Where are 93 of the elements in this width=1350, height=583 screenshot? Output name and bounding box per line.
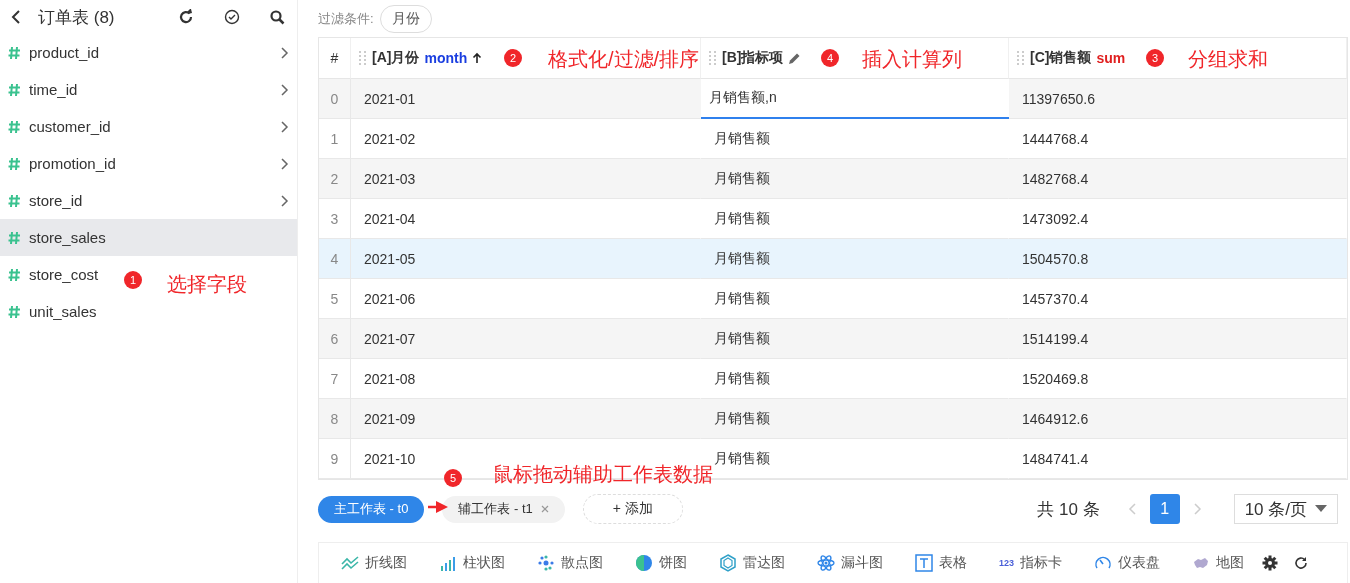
table-cell: 1482768.4 <box>1009 159 1347 200</box>
table-cell: 1504570.8 <box>1009 239 1347 280</box>
total-count: 共 10 条 <box>1037 498 1100 521</box>
pencil-icon[interactable] <box>788 52 802 65</box>
step-badge: 1 <box>124 271 142 289</box>
text-box-icon <box>915 553 933 572</box>
atom-icon <box>817 553 835 572</box>
table-cell: 2021-01 <box>351 79 701 120</box>
chevron-right-icon[interactable] <box>281 194 289 207</box>
annotation-text: 选择字段 <box>167 272 247 297</box>
step-badge: 5 <box>444 469 462 487</box>
row-index: 2 <box>319 159 351 200</box>
table-cell: 月销售额 <box>701 159 1009 200</box>
table-cell: 月销售额 <box>701 239 1009 280</box>
drag-handle-icon[interactable] <box>709 51 717 66</box>
sort-up-icon[interactable] <box>472 52 483 65</box>
row-index: 4 <box>319 239 351 280</box>
hash-icon <box>8 304 20 319</box>
hash-icon <box>8 82 20 97</box>
table-cell: 1464912.6 <box>1009 399 1347 440</box>
hash-icon <box>8 156 20 171</box>
field-item[interactable]: unit_sales <box>8 303 97 320</box>
line-chart-icon <box>341 553 359 572</box>
sheet-tab[interactable]: 主工作表 - t0 <box>318 495 425 523</box>
row-index: 7 <box>319 359 351 400</box>
table-cell: 1514199.4 <box>1009 319 1347 360</box>
refresh-icon[interactable] <box>1294 555 1309 570</box>
chart-type-button[interactable]: 折线图 <box>341 553 407 572</box>
step-badge: 3 <box>1146 49 1164 67</box>
search-icon[interactable] <box>270 9 285 25</box>
filter-label: 过滤条件: <box>318 9 374 28</box>
row-index: 0 <box>319 79 351 120</box>
hash-icon <box>8 267 20 282</box>
row-index: 5 <box>319 279 351 320</box>
chart-type-button[interactable]: 柱状图 <box>439 553 505 572</box>
sheet-tab[interactable]: 辅工作表 - t1 <box>442 495 565 523</box>
step-badge: 2 <box>504 49 522 67</box>
chart-type-button[interactable]: 地图 <box>1192 553 1245 572</box>
table-cell: 月销售额 <box>701 399 1009 440</box>
annotation-text: 插入计算列 <box>862 47 962 72</box>
add-sheet-button[interactable]: + 添加 <box>582 494 683 525</box>
chevron-right-icon[interactable] <box>281 46 289 59</box>
chart-type-button[interactable]: 散点图 <box>537 553 603 572</box>
row-index: 3 <box>319 199 351 240</box>
step-badge: 4 <box>821 49 839 67</box>
table-cell: 2021-05 <box>351 239 701 280</box>
kpi-icon: 123 <box>999 557 1015 568</box>
settings-icon[interactable] <box>1262 554 1279 571</box>
table-cell: 月销售额 <box>701 319 1009 360</box>
chart-type-button[interactable]: 雷达图 <box>719 553 785 572</box>
close-icon[interactable] <box>540 505 549 514</box>
table-cell: 2021-09 <box>351 399 701 440</box>
back-icon[interactable] <box>10 9 22 25</box>
field-item[interactable]: product_id <box>8 44 289 61</box>
row-index: 1 <box>319 119 351 160</box>
table-title: 订单表 (8) <box>38 6 116 29</box>
row-index: 6 <box>319 319 351 360</box>
page-button[interactable]: 1 <box>1149 494 1180 525</box>
field-item[interactable]: time_id <box>8 81 289 98</box>
drag-handle-icon[interactable] <box>1017 51 1025 66</box>
chart-type-button[interactable]: 饼图 <box>635 553 687 572</box>
row-index: 9 <box>319 439 351 480</box>
hash-icon <box>8 119 20 134</box>
scatter-chart-icon <box>537 553 555 572</box>
hexagon-icon <box>719 553 737 572</box>
table-cell: 2021-03 <box>351 159 701 200</box>
page-size-select[interactable]: 10 条/页 <box>1233 494 1338 525</box>
chevron-right-icon[interactable] <box>281 83 289 96</box>
field-item[interactable]: store_id <box>8 192 289 209</box>
table-cell: 11397650.6 <box>1009 79 1347 120</box>
field-item[interactable]: promotion_id <box>8 155 289 172</box>
table-cell: 2021-07 <box>351 319 701 360</box>
field-item[interactable]: store_cost <box>8 266 99 283</box>
field-item[interactable]: customer_id <box>8 118 289 135</box>
chevron-right-icon[interactable] <box>281 157 289 170</box>
arrow <box>428 500 448 514</box>
hash-icon <box>8 45 20 60</box>
chart-type-button[interactable]: 漏斗图 <box>817 553 883 572</box>
hash-icon <box>8 230 20 245</box>
refresh-icon[interactable] <box>178 9 194 25</box>
check-circle-icon[interactable] <box>224 9 240 25</box>
hash-icon <box>8 193 20 208</box>
drag-handle-icon[interactable] <box>359 51 367 66</box>
caret-down-icon <box>1315 505 1327 514</box>
row-index: 8 <box>319 399 351 440</box>
chart-type-button[interactable]: 仪表盘 <box>1094 553 1161 572</box>
chevron-right-icon[interactable] <box>281 120 289 133</box>
annotation-text: 格式化/过滤/排序 <box>548 47 700 72</box>
chart-type-button[interactable]: 表格 <box>915 553 967 572</box>
pie-chart-icon <box>635 553 653 572</box>
chart-type-button[interactable]: 123 指标卡 <box>999 553 1063 572</box>
annotation-text: 分组求和 <box>1188 47 1268 72</box>
field-item[interactable]: store_sales <box>8 229 106 246</box>
